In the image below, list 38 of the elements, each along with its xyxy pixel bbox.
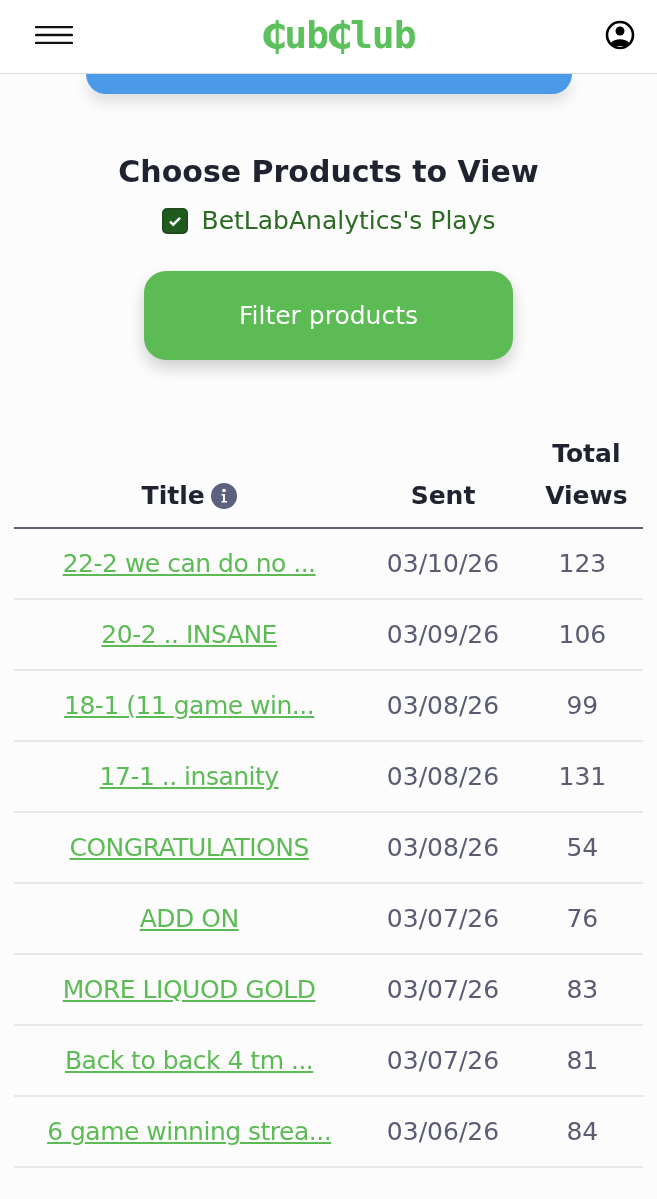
info-icon[interactable] <box>210 483 237 509</box>
view-count: 54 <box>566 833 599 862</box>
title-link[interactable]: 17-1 .. insanity <box>99 762 279 791</box>
view-count: 99 <box>566 691 599 720</box>
view-count: 123 <box>558 549 607 578</box>
sent-date: 03/07/26 <box>386 975 500 1004</box>
sent-date: 03/09/26 <box>386 620 500 649</box>
title-link[interactable]: 20-2 .. INSANE <box>101 620 277 649</box>
sent-date: 03/08/26 <box>386 762 500 791</box>
checkbox[interactable] <box>161 207 188 234</box>
sent-date: 03/08/26 <box>386 691 500 720</box>
title-link[interactable]: ADD ON <box>139 904 239 933</box>
menu-icon[interactable] <box>35 25 73 44</box>
view-count: 81 <box>566 1046 599 1075</box>
title-link[interactable]: CONGRATULATIONS <box>69 833 309 862</box>
section-heading: Choose Products to View <box>117 153 540 191</box>
column-header: Sent <box>410 480 476 512</box>
title-link[interactable]: 22-2 we can do no ... <box>62 549 316 578</box>
view-count: 106 <box>558 620 607 649</box>
title-link[interactable]: 18-1 (11 game win... <box>64 691 315 720</box>
filter-button[interactable]: Filter products <box>144 271 513 360</box>
view-count: 76 <box>566 904 599 933</box>
sent-date: 03/08/26 <box>386 833 500 862</box>
column-header: Total Views <box>544 438 629 512</box>
checkbox-label: BetLabAnalytics's Plays <box>201 206 496 235</box>
account-icon[interactable] <box>605 19 635 50</box>
title-link[interactable]: 6 game winning strea... <box>47 1117 332 1146</box>
view-count: 84 <box>566 1117 599 1146</box>
title-link[interactable]: Back to back 4 tm ... <box>64 1046 314 1075</box>
view-count: 131 <box>558 762 607 791</box>
sent-date: 03/10/26 <box>386 549 500 578</box>
title-link[interactable]: MORE LIQUOD GOLD <box>62 975 316 1004</box>
logo[interactable]: ₵ub₵lub <box>262 12 416 57</box>
view-count: 83 <box>566 975 599 1004</box>
sent-date: 03/07/26 <box>386 904 500 933</box>
sent-date: 03/07/26 <box>386 1046 500 1075</box>
sent-date: 03/06/26 <box>386 1117 500 1146</box>
column-header: Title <box>141 480 205 512</box>
